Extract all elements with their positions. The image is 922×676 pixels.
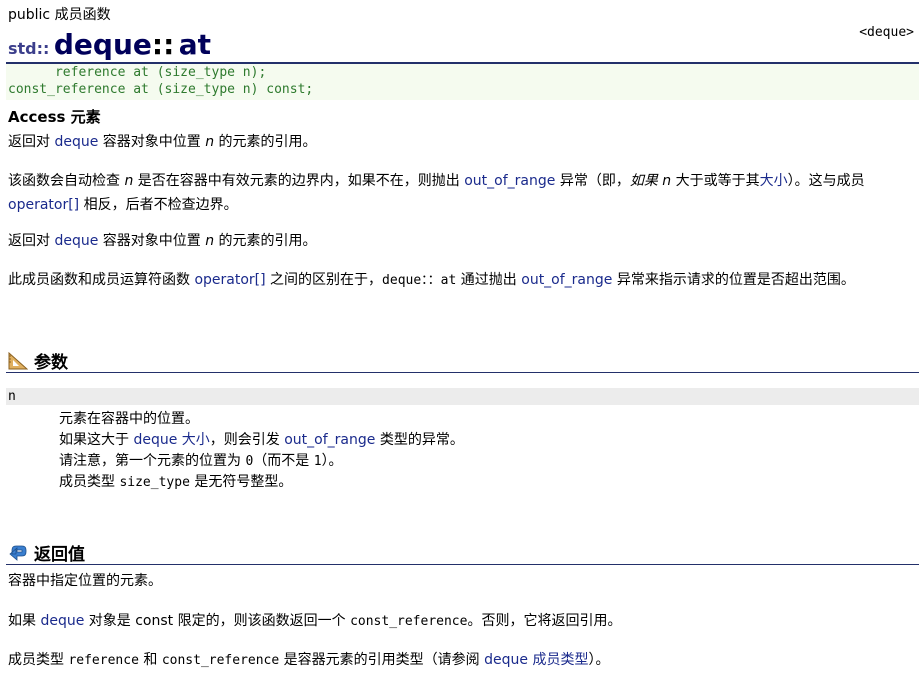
paragraph: 如果 deque 对象是 const 限定的，则该函数返回一个 const_re… xyxy=(8,613,622,629)
link-operator-bracket[interactable]: operator[] xyxy=(194,272,265,288)
param-desc-line: 成员类型 size_type 是无符号整型。 xyxy=(59,474,293,490)
paragraph: 此成员函数和成员运算符函数 operator[] 之间的区别在于，deque：：… xyxy=(8,272,855,288)
param-desc-line: 如果这大于 deque 大小，则会引发 out_of_range 类型的异常。 xyxy=(59,432,464,448)
link-deque-member-types[interactable]: deque 成员类型 xyxy=(484,652,588,668)
section-rule xyxy=(6,564,919,565)
paragraph: 返回对 deque 容器对象中位置 n 的元素的引用。 xyxy=(8,134,317,150)
section-heading-params: 参数 xyxy=(8,348,68,373)
link-out-of-range[interactable]: out_of_range xyxy=(284,432,375,448)
link-deque[interactable]: deque xyxy=(133,432,177,448)
return-arrow-icon xyxy=(9,545,27,561)
prototype-box: reference at (size_type n); const_refere… xyxy=(6,64,919,100)
link-out-of-range[interactable]: out_of_range xyxy=(521,272,612,288)
link-deque[interactable]: deque xyxy=(40,613,84,629)
link-deque[interactable]: deque xyxy=(54,134,98,150)
param-name: n xyxy=(8,389,16,404)
link-operator-bracket[interactable]: operator[] xyxy=(8,197,79,213)
title-separator: :: xyxy=(151,28,175,61)
param-desc-line: 请注意，第一个元素的位置为 0（而不是 1）。 xyxy=(59,453,343,469)
page: public 成员函数 std:: deque:: at <deque> ref… xyxy=(0,0,922,676)
paragraph: 容器中指定位置的元素。 xyxy=(8,573,162,589)
prototype-line: reference at (size_type n); xyxy=(8,65,267,80)
section-heading-return: 返回值 xyxy=(8,540,85,565)
section-subtitle: Access 元素 xyxy=(8,108,101,126)
param-row: n xyxy=(6,388,919,405)
title-method: at xyxy=(178,28,212,61)
paragraph: 成员类型 reference 和 const_reference 是容器元素的引… xyxy=(8,652,610,668)
paragraph: 该函数会自动检查 n 是否在容器中有效元素的边界内，如果不在，则抛出 out_o… xyxy=(8,173,865,213)
page-title: std:: deque:: at xyxy=(8,28,211,61)
header-link[interactable]: <deque> xyxy=(859,25,914,40)
link-size[interactable]: 大小 xyxy=(760,173,788,189)
link-out-of-range[interactable]: out_of_range xyxy=(464,173,555,189)
title-class: deque xyxy=(53,28,152,61)
ruler-triangle-icon xyxy=(8,351,28,369)
title-namespace: std:: xyxy=(8,39,50,58)
param-desc-line: 元素在容器中的位置。 xyxy=(59,411,199,427)
section-rule xyxy=(6,372,919,373)
prototype-line: const_reference at (size_type n) const; xyxy=(8,82,314,97)
link-size[interactable]: 大小 xyxy=(182,432,210,448)
link-deque[interactable]: deque xyxy=(54,233,98,249)
member-kind: public 成员函数 xyxy=(8,7,111,23)
paragraph: 返回对 deque 容器对象中位置 n 的元素的引用。 xyxy=(8,233,317,249)
